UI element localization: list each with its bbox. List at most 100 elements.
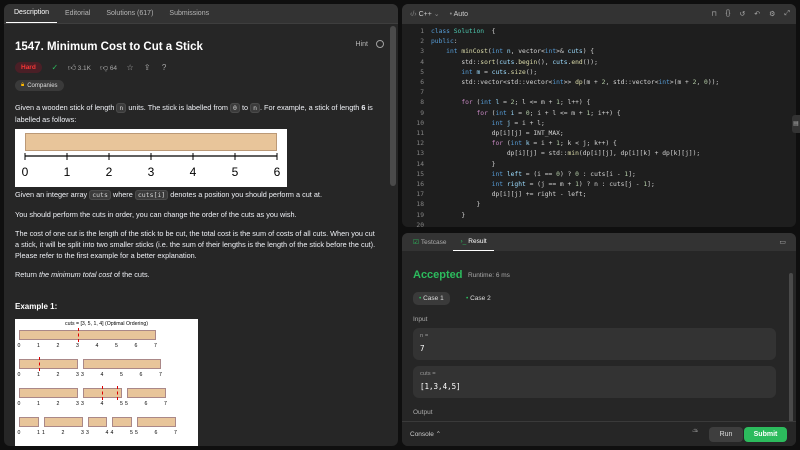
code-line[interactable]: } (431, 201, 480, 208)
companies-button[interactable]: 🔒︎ Companies (15, 80, 64, 91)
code-line[interactable]: std::vector<std::vector<int>> dp(m + 2, … (431, 79, 719, 86)
code-token: , vector< (510, 48, 545, 56)
example-label: 7 (159, 372, 162, 378)
settings-icon[interactable] (376, 40, 384, 48)
code-line[interactable]: int m = cuts.size(); (431, 69, 537, 76)
tab-solutions[interactable]: Solutions (617) (98, 4, 161, 23)
side-panel-toggle-icon[interactable]: ▤ (792, 115, 800, 133)
settings-icon[interactable]: ⚙ (769, 10, 775, 18)
code-line[interactable]: int left = (i == 0) ? 0 : cuts[i - 1]; (431, 171, 636, 178)
code-token: >> (563, 79, 576, 86)
runtime-text: Runtime: 6 ms (468, 272, 510, 279)
case-1-tab[interactable]: • Case 1 (413, 292, 450, 305)
line-number: 1 (420, 28, 424, 35)
code-line[interactable]: dp[i][j] = std::min(dp[i][j], dp[i][k] +… (431, 150, 700, 157)
code-line[interactable]: } (431, 161, 496, 168)
code-bracket-icon: ‹/› (410, 11, 417, 18)
language-select[interactable]: ‹/› C++ ⌄ (410, 10, 440, 18)
code-token: std::vector<std::vector< (431, 79, 553, 86)
code-token: cuts (552, 58, 568, 66)
line-number: 2 (420, 38, 424, 46)
code-line[interactable]: public: (431, 38, 458, 45)
code-area[interactable]: 1 class Solution { 2 public: 3 int minCost(i… (402, 28, 796, 227)
code-token: = (j == m + (525, 181, 576, 188)
code-token: size (510, 68, 526, 76)
line-number: 9 (420, 109, 424, 117)
code-token: left (506, 170, 523, 178)
example-label: 7 (174, 430, 177, 436)
stick-label: 3 (147, 165, 155, 179)
example-diagram: cuts = [3, 5, 1, 4] (Optimal Ordering) 0… (15, 319, 198, 446)
example-label: 2 (56, 372, 60, 378)
paragraph-return: Return the minimum total cost of the cut… (15, 269, 377, 280)
expand-icon[interactable]: ⤢ (784, 10, 790, 18)
autocomplete-toggle[interactable]: • Auto (450, 11, 468, 18)
console-button[interactable]: Console ⌃ (410, 430, 441, 438)
tab-submissions[interactable]: Submissions (161, 4, 217, 23)
tab-editorial[interactable]: Editorial (57, 4, 98, 23)
code-line[interactable]: dp[i][j] += right - left; (431, 191, 587, 198)
paragraph-intro: Given a wooden stick of length n units. … (15, 102, 377, 125)
case-2-tab[interactable]: • Case 2 (460, 292, 497, 305)
example-stick (19, 417, 39, 427)
line-number: 12 (416, 140, 424, 148)
bookmark-icon[interactable]: ⊓ (711, 10, 716, 18)
paragraph-order: You should perform the cuts in order, yo… (15, 210, 297, 219)
cuts-value: [1,3,4,5] (420, 382, 461, 391)
code-line[interactable]: int minCost(int n, vector<int>& cuts) { (431, 48, 594, 55)
braces-icon[interactable]: {} (726, 10, 731, 18)
input-cuts-box: cuts = [1,3,4,5] (413, 366, 776, 398)
like-button[interactable]: 👍︎ 3.1K (68, 63, 91, 72)
text: where (110, 190, 135, 199)
line-number: 8 (420, 99, 424, 107)
stick-diagram: 0 1 2 3 4 5 6 (15, 129, 287, 187)
code-line[interactable]: dp[i][j] = INT_MAX; (431, 130, 564, 137)
example-label: 0 (17, 343, 21, 349)
lock-icon: 🔒︎ (21, 82, 25, 88)
tab-description[interactable]: Description (6, 4, 58, 23)
line-number: 3 (420, 48, 424, 56)
solved-check-icon: ✓ (51, 62, 59, 72)
hint-button[interactable]: Hint (356, 41, 368, 48)
star-icon[interactable]: ☆ (126, 63, 134, 72)
undo-icon[interactable]: ↶ (754, 10, 760, 18)
editor-icons: ⊓ {} ↺ ↶ ⚙ ⤢ (711, 10, 790, 18)
code-token: } (431, 201, 481, 209)
line-number: 5 (420, 68, 424, 76)
left-scrollbar[interactable] (390, 26, 396, 186)
code-line[interactable]: for (int l = 2; l <= m + 1; l++) { (431, 99, 590, 106)
code-line[interactable]: } (431, 212, 465, 219)
minimize-icon[interactable]: ▭ (779, 238, 786, 246)
code-line[interactable]: class Solution { (431, 28, 495, 35)
help-icon[interactable]: ? (160, 63, 168, 72)
cuts-label: cuts = (420, 371, 436, 377)
submit-button[interactable]: Submit (744, 427, 787, 442)
share-icon[interactable]: ⇪ (143, 63, 151, 72)
code-token: begin (518, 58, 538, 66)
dislike-button[interactable]: 👎︎ 64 (100, 63, 117, 72)
code-token: right (506, 181, 526, 188)
code-editor[interactable]: ‹/› C++ ⌄ • Auto ⊓ {} ↺ ↶ ⚙ ⤢ 1 class Sol… (402, 4, 796, 227)
code-token: int (461, 68, 477, 76)
reset-icon[interactable]: ↺ (739, 10, 745, 18)
code-token: , (696, 79, 705, 86)
example-stick (87, 417, 107, 427)
code-line[interactable]: std::sort(cuts.begin(), cuts.end()); (431, 59, 598, 66)
tab-testcase[interactable]: ☑ Testcase (406, 233, 453, 251)
code-token: dp (575, 79, 583, 86)
code-token: cuts (567, 48, 583, 56)
code-token: std:: (431, 58, 481, 66)
code-line[interactable]: for (int k = i + 1; k < j; k++) { (431, 140, 617, 147)
text: Given an integer array (15, 190, 90, 199)
tab-result[interactable]: ›_ Result (453, 233, 494, 251)
code-line[interactable]: int right = (j == m + 1) ? n : cuts[j - … (431, 181, 655, 188)
code-line[interactable]: for (int i = 0; i + l <= m + 1; i++) { (431, 110, 621, 117)
cloud-icon[interactable]: ⛅︎ (692, 429, 698, 437)
line-number: 10 (416, 119, 424, 127)
result-scrollbar[interactable] (789, 273, 793, 423)
code-line[interactable]: int j = i + l; (431, 120, 545, 127)
case-1-label: Case 1 (423, 295, 444, 302)
run-button[interactable]: Run (709, 427, 743, 442)
